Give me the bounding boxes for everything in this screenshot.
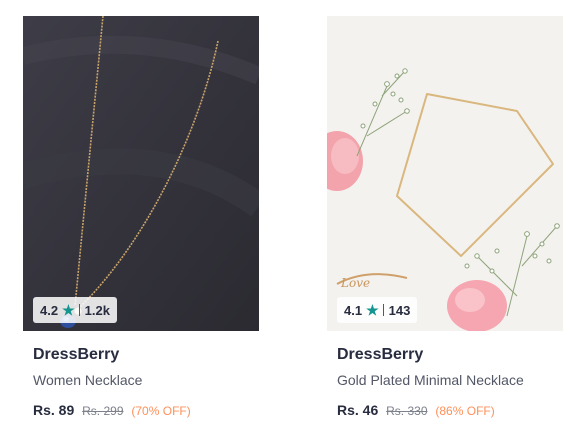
- rating-count: 143: [388, 302, 411, 318]
- product-image[interactable]: Love 4.1 ★ 143: [327, 16, 563, 331]
- price-row: Rs. 46 Rs. 330 (86% OFF): [337, 401, 553, 419]
- product-brand: DressBerry: [337, 346, 424, 363]
- rating-badge: 4.2 ★ 1.2k: [33, 297, 117, 323]
- product-card[interactable]: 4.2 ★ 1.2k DressBerry Women Necklace Rs.…: [23, 16, 259, 419]
- product-card[interactable]: Love 4.1 ★ 143 DressBerry Gold Plated Mi…: [327, 16, 563, 419]
- product-price: Rs. 46: [337, 402, 379, 418]
- rating-divider: [382, 304, 384, 316]
- rating-value: 4.2: [40, 302, 59, 318]
- rating-count: 1.2k: [84, 302, 110, 318]
- necklace-photo: Love: [327, 16, 563, 331]
- product-mrp: Rs. 299: [82, 404, 124, 418]
- product-brand: DressBerry: [33, 346, 120, 363]
- product-price: Rs. 89: [33, 402, 75, 418]
- star-icon: ★: [366, 302, 379, 318]
- star-icon: ★: [62, 302, 75, 318]
- product-info: DressBerry Women Necklace Rs. 89 Rs. 299…: [23, 331, 259, 419]
- product-mrp: Rs. 330: [386, 404, 428, 418]
- price-row: Rs. 89 Rs. 299 (70% OFF): [33, 401, 249, 419]
- product-discount: (70% OFF): [131, 404, 191, 418]
- product-info: DressBerry Gold Plated Minimal Necklace …: [327, 331, 563, 419]
- rating-value: 4.1: [344, 302, 363, 318]
- rating-badge: 4.1 ★ 143: [337, 297, 418, 323]
- pendant-script: Love: [340, 276, 370, 290]
- product-name: Gold Plated Minimal Necklace: [337, 372, 524, 388]
- product-discount: (86% OFF): [435, 404, 495, 418]
- product-name: Women Necklace: [33, 372, 143, 388]
- necklace-photo: [23, 16, 259, 331]
- rating-divider: [78, 304, 80, 316]
- product-image[interactable]: 4.2 ★ 1.2k: [23, 16, 259, 331]
